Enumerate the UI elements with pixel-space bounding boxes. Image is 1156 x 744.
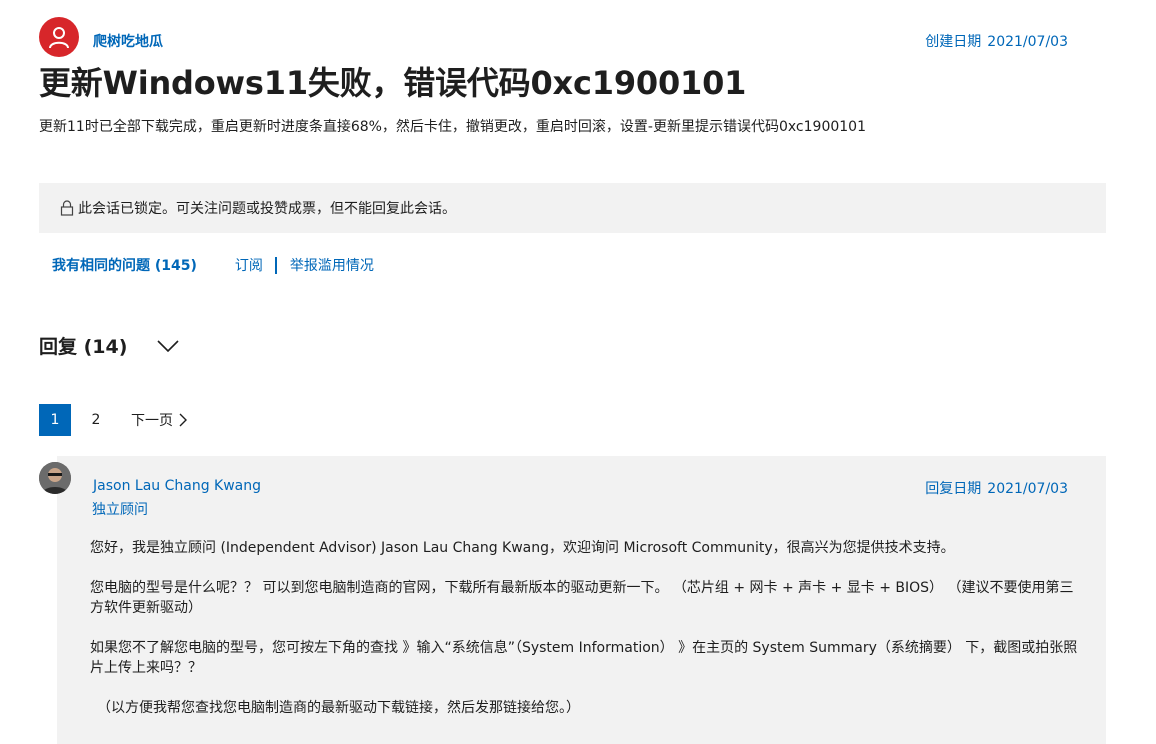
- report-abuse-link[interactable]: 举报滥用情况: [290, 255, 374, 275]
- same-question-button[interactable]: 我有相同的问题 (145): [52, 255, 197, 275]
- reply-author-role: 独立顾问: [92, 502, 148, 518]
- reply-paragraph: 您电脑的型号是什么呢？？ 可以到您电脑制造商的官网，下载所有最新版本的驱动更新一…: [90, 580, 1074, 616]
- reply-date-value: 2021/07/03: [987, 481, 1068, 497]
- reply-date: 回复日期 2021/07/03: [925, 478, 1068, 498]
- question-description: 更新11时已全部下载完成，重启更新时进度条直接68%，然后卡住，撤销更改，重启时…: [39, 119, 866, 135]
- locked-thread-text: 此会话已锁定。可关注问题或投赞成票，但不能回复此会话。: [78, 201, 456, 217]
- reply-date-label: 回复日期: [925, 481, 982, 497]
- page-2-button[interactable]: 2: [80, 404, 112, 436]
- reply-paragraph: （以方便我帮您查找您电脑制造商的最新驱动下载链接，然后发那链接给您。）: [97, 700, 580, 716]
- reply-body: 您好，我是独立顾问 (Independent Advisor) Jason La…: [90, 538, 1080, 738]
- created-date-label: 创建日期: [925, 34, 982, 50]
- subscribe-link[interactable]: 订阅: [235, 255, 263, 275]
- reply-author-avatar[interactable]: [39, 462, 71, 494]
- next-page-button[interactable]: 下一页: [131, 410, 187, 430]
- question-title: 更新Windows11失败，错误代码0xc1900101: [39, 64, 747, 102]
- author-avatar[interactable]: [39, 17, 79, 57]
- reply-paragraph: 如果您不了解您电脑的型号，您可按左下角的查找 》输入“系统信息”（System …: [90, 640, 1078, 676]
- created-date-value: 2021/07/03: [987, 34, 1068, 50]
- lock-icon: [60, 200, 74, 216]
- community-question-page: 爬树吃地瓜 创建日期 2021/07/03 更新Windows11失败，错误代码0…: [0, 0, 1156, 744]
- page-1-button[interactable]: 1: [39, 404, 71, 436]
- chevron-down-icon[interactable]: [157, 335, 180, 357]
- replies-count-title: 回复 (14): [39, 336, 128, 358]
- next-page-label: 下一页: [131, 413, 173, 429]
- reply-paragraph: 您好，我是独立顾问 (Independent Advisor) Jason La…: [90, 540, 955, 556]
- reply-author-name[interactable]: Jason Lau Chang Kwang: [93, 478, 261, 494]
- created-date: 创建日期 2021/07/03: [925, 31, 1068, 51]
- author-name-link[interactable]: 爬树吃地瓜: [93, 31, 163, 51]
- question-actions: 我有相同的问题 (145) 订阅 举报滥用情况: [52, 255, 374, 275]
- action-separator: [274, 256, 277, 274]
- locked-thread-banner: 此会话已锁定。可关注问题或投赞成票，但不能回复此会话。: [39, 183, 1106, 233]
- replies-header: 回复 (14): [39, 332, 180, 359]
- chevron-right-icon: [179, 413, 187, 427]
- person-icon: [49, 27, 69, 49]
- pagination: 1 2 下一页: [39, 404, 187, 436]
- question-author-row: 爬树吃地瓜 创建日期 2021/07/03: [39, 17, 1068, 57]
